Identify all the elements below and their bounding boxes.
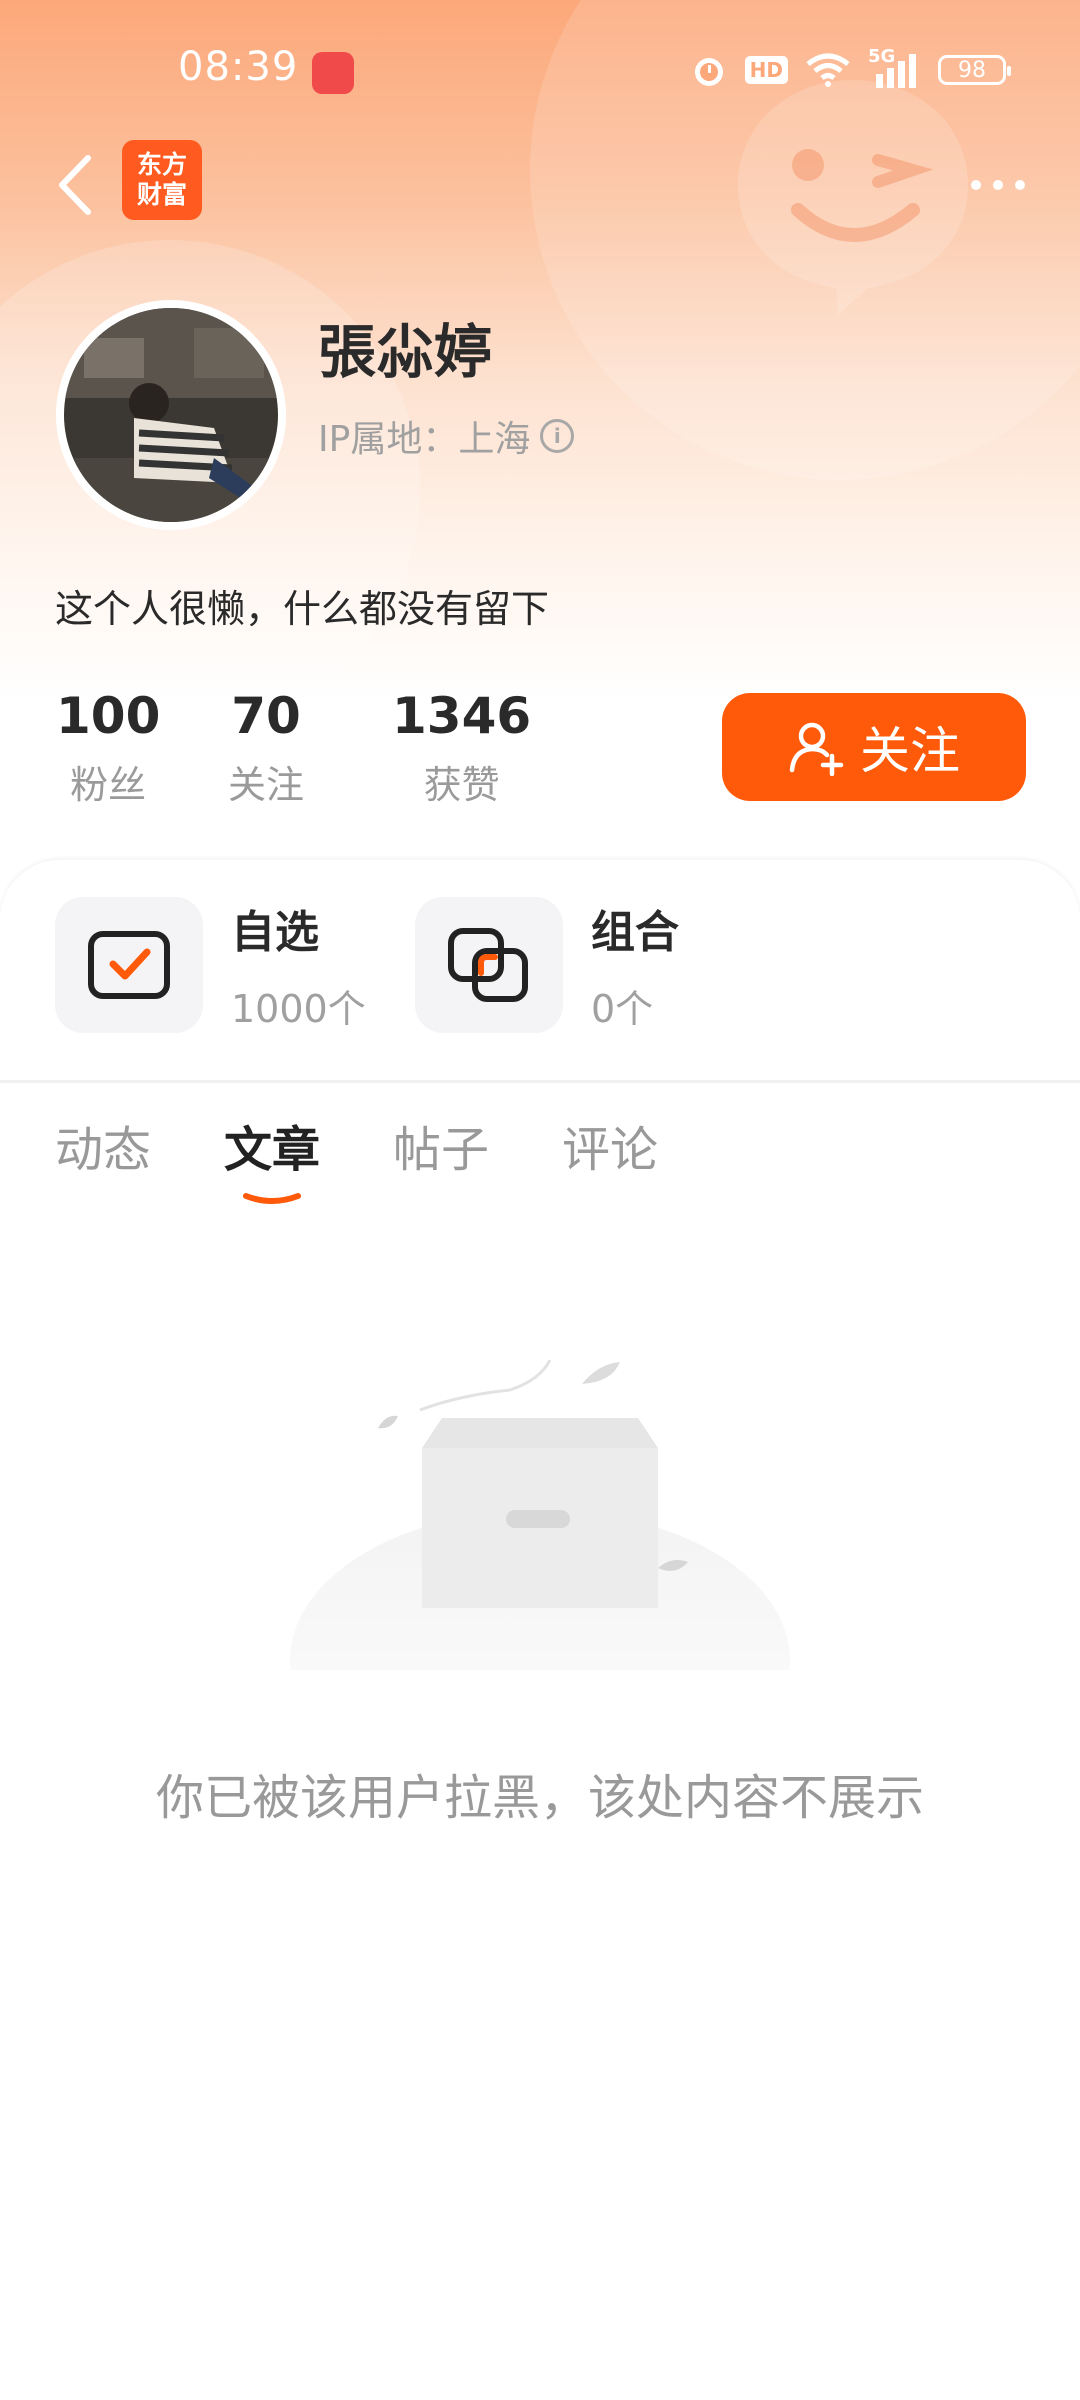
- notification-app-icon: [312, 52, 354, 94]
- watchlist-entry[interactable]: 自选 1000个: [55, 896, 366, 1033]
- brand-logo-line2: 财富: [136, 180, 187, 209]
- stat-value: 1346: [392, 687, 532, 745]
- empty-box-illustration: [290, 1360, 790, 1670]
- watchlist-title: 自选: [231, 907, 319, 958]
- checkbox-icon: [88, 930, 170, 999]
- portfolio-icon: [448, 927, 528, 1002]
- status-icons: HD 5G 98: [689, 46, 1011, 90]
- portfolio-title: 组合: [591, 907, 679, 958]
- portfolio-icon-box: [415, 896, 563, 1033]
- username: 張尛婷: [318, 318, 493, 386]
- stat-fans[interactable]: 100 粉丝: [56, 686, 160, 809]
- top-navigation: 东方 财富: [0, 140, 1080, 230]
- stat-label: 获赞: [423, 763, 500, 807]
- follow-button-label: 关注: [860, 722, 960, 780]
- divider: [0, 1080, 1080, 1083]
- info-icon[interactable]: i: [540, 419, 575, 453]
- brand-logo-line1: 东方: [136, 150, 187, 179]
- content-tabs: 动态 文章 帖子 评论: [0, 1110, 1080, 1210]
- ip-location: IP属地：上海 i: [318, 410, 575, 462]
- watchlist-count: 1000个: [231, 987, 366, 1031]
- avatar[interactable]: [56, 300, 286, 530]
- portfolio-entry[interactable]: 组合 0个: [415, 896, 679, 1033]
- watchlist-text: 自选 1000个: [231, 896, 366, 1033]
- status-time: 08:39: [178, 44, 299, 90]
- more-dot: [993, 180, 1003, 190]
- wifi-icon: [806, 53, 850, 87]
- ip-location-text: IP属地：上海: [318, 419, 531, 460]
- more-dot: [1015, 180, 1025, 190]
- battery-indicator: 98: [938, 55, 1011, 85]
- hd-icon: HD: [744, 56, 788, 84]
- tab-comments[interactable]: 评论: [562, 1110, 658, 1180]
- tab-dynamics[interactable]: 动态: [55, 1110, 151, 1180]
- brand-logo: 东方 财富: [122, 140, 202, 220]
- portfolio-count: 0个: [591, 987, 654, 1031]
- watchlist-icon-box: [55, 896, 203, 1033]
- tab-posts[interactable]: 帖子: [393, 1110, 489, 1180]
- tab-articles[interactable]: 文章: [224, 1110, 320, 1180]
- avatar-photo: [64, 308, 278, 522]
- stat-label: 关注: [228, 763, 305, 807]
- stat-value: 70: [231, 687, 301, 745]
- status-bar: 08:39 HD 5G 98: [0, 0, 1080, 140]
- stat-label: 粉丝: [70, 763, 147, 807]
- stat-following[interactable]: 70 关注: [228, 686, 304, 809]
- add-user-icon: [789, 722, 844, 776]
- more-dot: [971, 180, 981, 190]
- more-options-button[interactable]: [958, 160, 1038, 210]
- follow-button[interactable]: 关注: [722, 693, 1026, 801]
- back-arrow-icon[interactable]: [48, 150, 108, 220]
- bio-text: 这个人很懒，什么都没有留下: [55, 587, 550, 631]
- alarm-icon: [694, 58, 723, 86]
- stat-likes[interactable]: 1346 获赞: [392, 686, 531, 809]
- active-tab-indicator: [243, 1193, 301, 1204]
- portfolio-text: 组合 0个: [591, 896, 679, 1033]
- stat-value: 100: [56, 687, 161, 745]
- blocked-message: 你已被该用户拉黑，该处内容不展示: [155, 1770, 924, 1826]
- signal-icon: 5G: [868, 46, 922, 88]
